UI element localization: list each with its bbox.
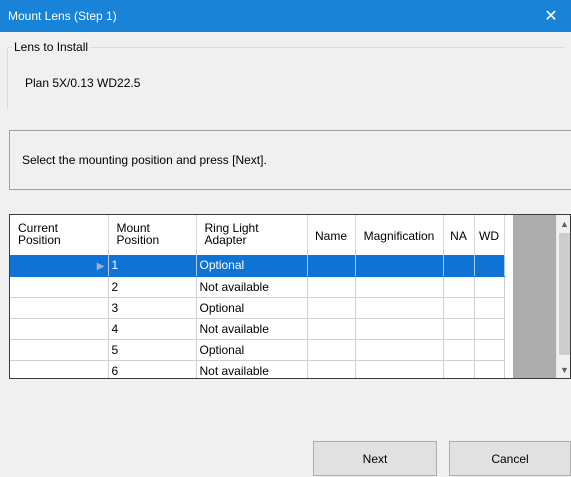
magnification-cell	[355, 255, 444, 277]
current-row-arrow-icon: ▶	[96, 261, 105, 273]
ring-light-cell: Not available	[196, 276, 308, 298]
mount-cell: 3	[108, 297, 197, 319]
header-wd[interactable]: WD	[474, 215, 505, 255]
wd-cell	[474, 255, 505, 277]
magnification-cell	[355, 339, 444, 361]
name-cell	[307, 318, 356, 340]
title-bar: Mount Lens (Step 1) ✕	[0, 0, 571, 32]
current-position-cell	[10, 297, 109, 319]
header-na[interactable]: NA	[443, 215, 475, 255]
grid-empty-area	[513, 215, 556, 378]
ring-light-cell: Optional	[196, 339, 308, 361]
group-label: Lens to Install	[12, 40, 91, 54]
mount-position-grid[interactable]: Current Position Mount Position Ring Lig…	[9, 214, 571, 379]
name-cell	[307, 276, 356, 298]
magnification-cell	[355, 297, 444, 319]
name-cell	[307, 297, 356, 319]
table-row[interactable]: 4 Not available	[10, 318, 505, 340]
ring-light-cell: Not available	[196, 318, 308, 340]
header-current-position[interactable]: Current Position	[10, 215, 109, 255]
scroll-up-icon[interactable]: ▲	[557, 215, 570, 232]
na-cell	[443, 318, 475, 340]
wd-cell	[474, 297, 505, 319]
mount-cell: 2	[108, 276, 197, 298]
magnification-cell	[355, 276, 444, 298]
current-position-cell	[10, 276, 109, 298]
mount-cell: 4	[108, 318, 197, 340]
ring-light-cell: Not available	[196, 360, 308, 378]
header-name[interactable]: Name	[307, 215, 356, 255]
na-cell	[443, 276, 475, 298]
name-cell	[307, 360, 356, 378]
magnification-cell	[355, 318, 444, 340]
current-position-cell	[10, 339, 109, 361]
close-icon[interactable]: ✕	[531, 0, 571, 32]
mount-cell: 5	[108, 339, 197, 361]
lens-name: Plan 5X/0.13 WD22.5	[25, 76, 141, 90]
table-row[interactable]: 2 Not available	[10, 276, 505, 298]
next-button[interactable]: Next	[313, 441, 437, 476]
cancel-button[interactable]: Cancel	[449, 441, 571, 476]
table-row[interactable]: 3 Optional	[10, 297, 505, 319]
table-row[interactable]: 5 Optional	[10, 339, 505, 361]
ring-light-cell: Optional	[196, 255, 308, 277]
table-row[interactable]: 6 Not available	[10, 360, 505, 378]
header-magnification[interactable]: Magnification	[355, 215, 444, 255]
na-cell	[443, 339, 475, 361]
magnification-cell	[355, 360, 444, 378]
scroll-thumb[interactable]	[559, 233, 570, 355]
na-cell	[443, 255, 475, 277]
table-row[interactable]: ▶ 1 Optional	[10, 255, 505, 277]
mount-table: Current Position Mount Position Ring Lig…	[10, 215, 505, 378]
instruction-box: Select the mounting position and press […	[9, 130, 571, 190]
na-cell	[443, 297, 475, 319]
current-position-cell	[10, 318, 109, 340]
mount-cell: 1	[108, 255, 197, 277]
na-cell	[443, 360, 475, 378]
name-cell	[307, 255, 356, 277]
instruction-text: Select the mounting position and press […	[22, 153, 267, 167]
header-mount-position[interactable]: Mount Position	[108, 215, 197, 255]
header-ring-light-adapter[interactable]: Ring Light Adapter	[196, 215, 308, 255]
vertical-scrollbar[interactable]: ▲ ▼	[556, 215, 570, 378]
wd-cell	[474, 318, 505, 340]
mount-cell: 6	[108, 360, 197, 378]
wd-cell	[474, 339, 505, 361]
ring-light-cell: Optional	[196, 297, 308, 319]
name-cell	[307, 339, 356, 361]
scroll-down-icon[interactable]: ▼	[557, 361, 570, 378]
current-position-cell	[10, 360, 109, 378]
wd-cell	[474, 276, 505, 298]
wd-cell	[474, 360, 505, 378]
window-title: Mount Lens (Step 1)	[8, 9, 117, 23]
current-position-cell: ▶	[10, 255, 109, 277]
